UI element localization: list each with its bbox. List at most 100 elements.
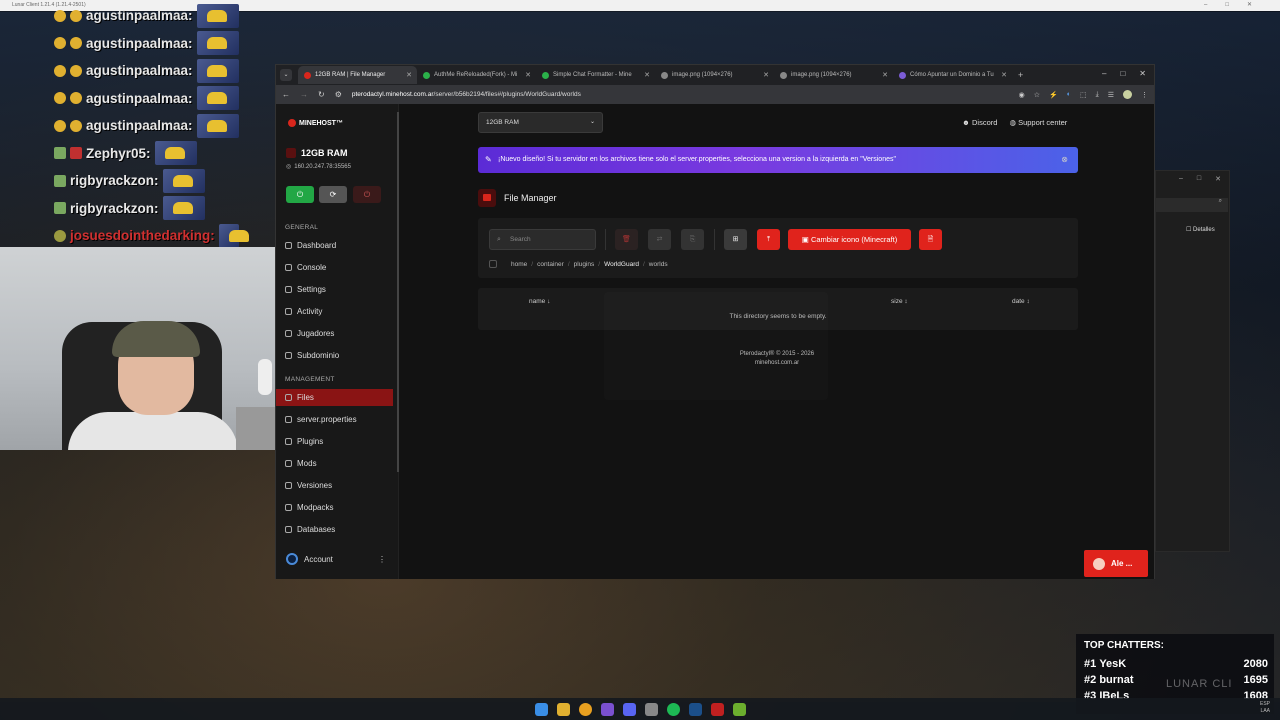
close-banner-icon[interactable]: ⊗ — [1061, 147, 1068, 173]
new-tab-button[interactable]: + — [1018, 70, 1023, 80]
tab-1[interactable]: 12GB RAM | File Manager ✕ — [298, 66, 417, 84]
sidebar-item-plugins[interactable]: Plugins — [285, 433, 393, 450]
reload-button[interactable]: ↻ — [318, 90, 325, 99]
change-icon-button[interactable]: ▣ Cambiar icono (Minecraft) — [788, 229, 911, 250]
menu-kebab-icon[interactable]: ⋮ — [1141, 91, 1148, 99]
emote-icon — [196, 31, 239, 56]
footer-domain[interactable]: minehost.com.ar — [400, 359, 1154, 368]
extension-icon[interactable]: ⚡ — [1049, 91, 1058, 99]
spotify-icon[interactable] — [666, 702, 680, 716]
back-button[interactable]: ← — [282, 90, 290, 99]
puzzle-icon[interactable]: ⬚ — [1080, 91, 1087, 99]
sparkle-icon: ✎ — [485, 155, 492, 164]
tab-4[interactable]: image.png (1094×276) ✕ — [655, 66, 774, 84]
forward-button[interactable]: → — [300, 90, 308, 99]
support-chat-label: Ale ... — [1111, 559, 1133, 568]
maximize-button[interactable]: □ — [1120, 69, 1125, 78]
chat-username: agustinpaalmaa: — [86, 90, 193, 106]
account-menu[interactable]: Account ⋮ — [286, 553, 386, 565]
tab-close-icon[interactable]: ✕ — [763, 71, 769, 79]
sidebar-item-activity[interactable]: Activity — [285, 303, 393, 320]
tab-search-button[interactable]: ⌄ — [280, 69, 292, 81]
start-button[interactable]: ⏻ — [286, 186, 314, 203]
eye-off-icon[interactable]: ◉ — [1019, 91, 1025, 99]
image-icon: ▣ — [801, 235, 809, 244]
upload-button[interactable]: ⤒ — [757, 229, 780, 250]
sidebar-scrollbar[interactable] — [397, 112, 399, 472]
explorer-icon[interactable] — [556, 702, 570, 716]
tab-close-icon[interactable]: ✕ — [882, 71, 888, 79]
discord-icon[interactable] — [622, 702, 636, 716]
restart-button[interactable]: ⟳ — [319, 186, 347, 203]
sidebar-item-label: server.properties — [297, 415, 357, 424]
tab-label: image.png (1094×276) — [791, 72, 852, 78]
explorer-window-controls[interactable]: – □ ✕ — [1156, 171, 1229, 191]
tab-close-icon[interactable]: ✕ — [525, 71, 531, 79]
details-button[interactable]: ☐ Detalles — [1186, 226, 1215, 233]
steam-icon[interactable] — [688, 702, 702, 716]
search-input[interactable]: ⌕ Search — [489, 229, 596, 250]
more-options-icon[interactable]: ⋮ — [378, 555, 386, 564]
sidebar-item-server-properties[interactable]: server.properties — [285, 411, 393, 428]
system-tray[interactable]: ESP LAA — [1260, 701, 1270, 715]
support-chat-button[interactable]: Ale ... — [1084, 550, 1148, 577]
profile-avatar[interactable] — [1123, 90, 1132, 99]
sidebar-item-console[interactable]: Console — [285, 259, 393, 276]
chrome-icon[interactable] — [578, 702, 592, 716]
column-name[interactable]: name ↓ — [529, 298, 550, 305]
tab-groups-icon[interactable]: ☰ — [1108, 91, 1114, 99]
person-cap — [112, 321, 200, 357]
breadcrumb-worldguard[interactable]: WorldGuard — [604, 261, 639, 268]
minecraft-icon[interactable] — [732, 702, 746, 716]
discord-link[interactable]: ☻ Discord — [962, 118, 997, 127]
delete-button[interactable]: 🗑 — [615, 229, 638, 250]
obs-icon[interactable] — [600, 702, 614, 716]
url-field[interactable]: pterodactyl.minehost.com.ar/server/b56b2… — [352, 91, 581, 98]
bookmark-star-icon[interactable]: ☆ — [1034, 91, 1040, 99]
breadcrumb-container[interactable]: container — [537, 261, 564, 268]
app-icon[interactable] — [644, 702, 658, 716]
column-date[interactable]: date ↕ — [1012, 298, 1030, 305]
new-folder-button[interactable]: ⊞ — [724, 229, 747, 250]
sidebar-item-databases[interactable]: Databases — [285, 521, 393, 538]
stop-button[interactable]: ⏻ — [353, 186, 381, 203]
download-icon[interactable]: ⤓ — [1096, 91, 1099, 99]
search-icon[interactable]: ⌕ — [1156, 198, 1228, 212]
section-management: MANAGEMENT — [285, 376, 335, 383]
breadcrumb-plugins[interactable]: plugins — [574, 261, 595, 268]
sidebar-item-files[interactable]: Files — [276, 389, 393, 406]
minimize-button[interactable]: – — [1102, 69, 1106, 78]
server-select[interactable]: 12GB RAM ⌄ — [478, 112, 603, 133]
tab-5[interactable]: image.png (1094×276) ✕ — [774, 66, 893, 84]
tab-close-icon[interactable]: ✕ — [1001, 71, 1007, 79]
sidebar-item-versiones[interactable]: Versiones — [285, 477, 393, 494]
support-center-link[interactable]: ◍ Support center — [1009, 118, 1067, 127]
new-file-button[interactable]: 🗎 — [919, 229, 942, 250]
sidebar-item-jugadores[interactable]: Jugadores — [285, 325, 393, 342]
sidebar-item-mods[interactable]: Mods — [285, 455, 393, 472]
select-all-checkbox[interactable] — [489, 260, 497, 268]
column-size[interactable]: size ↕ — [891, 298, 908, 305]
extension-icon[interactable]: ◐ — [1067, 91, 1071, 98]
game-window-controls[interactable]: –□✕ — [1204, 0, 1270, 11]
archive-button[interactable]: ⎘ — [681, 229, 704, 250]
minehost-logo[interactable]: MINEHOST™ — [288, 119, 343, 127]
sidebar-item-dashboard[interactable]: Dashboard — [285, 237, 393, 254]
breadcrumb-home[interactable]: home — [511, 261, 527, 268]
site-info-icon[interactable]: ⚙ — [335, 90, 342, 99]
sidebar-item-label: Settings — [297, 285, 326, 294]
tab-2[interactable]: AuthMe ReReloaded(Fork) - Mi ✕ — [417, 66, 536, 84]
tab-3[interactable]: Simple Chat Formatter - Mine ✕ — [536, 66, 655, 84]
windows-icon[interactable] — [534, 702, 548, 716]
bits-badge-icon — [70, 64, 82, 77]
server-ip[interactable]: ◎ 160.20.247.78:35565 — [286, 163, 351, 171]
tab-close-icon[interactable]: ✕ — [406, 71, 412, 79]
close-button[interactable]: ✕ — [1139, 69, 1146, 78]
tab-close-icon[interactable]: ✕ — [644, 71, 650, 79]
account-label: Account — [304, 554, 333, 564]
sidebar-item-modpacks[interactable]: Modpacks — [285, 499, 393, 516]
sidebar-item-settings[interactable]: Settings — [285, 281, 393, 298]
tab-6[interactable]: Cómo Apuntar un Dominio a Tu ✕ — [893, 66, 1012, 84]
move-button[interactable]: ⇄ — [648, 229, 671, 250]
app-icon[interactable] — [710, 702, 724, 716]
